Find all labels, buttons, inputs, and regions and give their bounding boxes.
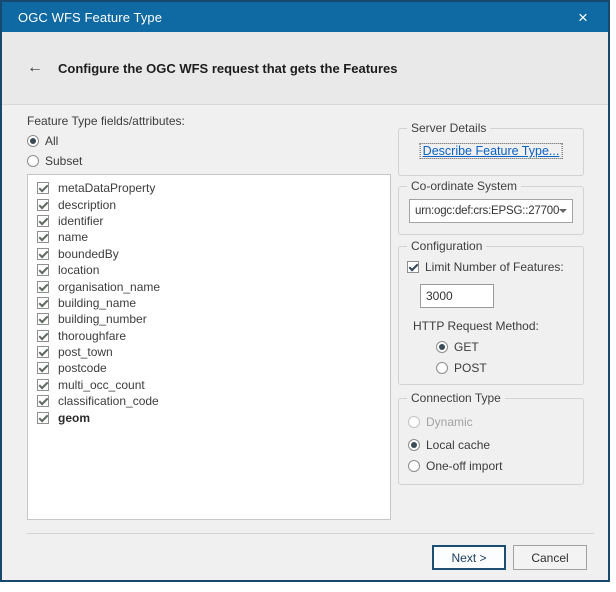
close-icon: ×	[578, 9, 588, 26]
field-checkbox[interactable]	[37, 362, 49, 374]
field-label: description	[58, 198, 116, 212]
describe-feature-type-link[interactable]: Describe Feature Type...	[421, 144, 562, 158]
radio-post-icon[interactable]	[436, 362, 448, 374]
radio-post[interactable]: POST	[436, 361, 487, 375]
radio-local-cache-icon[interactable]	[408, 439, 420, 451]
field-label: thoroughfare	[58, 329, 126, 343]
radio-one-off-import-icon[interactable]	[408, 460, 420, 472]
field-checkbox[interactable]	[37, 182, 49, 194]
limit-features-checkbox[interactable]	[407, 261, 419, 273]
field-label: building_number	[58, 312, 147, 326]
radio-one-off-import[interactable]: One-off import	[408, 459, 502, 473]
radio-post-label: POST	[454, 361, 487, 375]
http-request-method-label: HTTP Request Method:	[413, 319, 539, 333]
field-row[interactable]: building_number	[28, 311, 390, 327]
field-label: organisation_name	[58, 280, 160, 294]
radio-subset-icon[interactable]	[27, 155, 39, 167]
field-row[interactable]: boundedBy	[28, 246, 390, 262]
radio-all[interactable]: All	[27, 134, 58, 148]
field-checkbox[interactable]	[37, 379, 49, 391]
coordinate-system-value: urn:ogc:def:crs:EPSG::27700	[410, 205, 559, 217]
field-checkbox[interactable]	[37, 313, 49, 325]
back-arrow-icon: ←	[27, 59, 43, 76]
field-checkbox[interactable]	[37, 248, 49, 260]
cancel-button[interactable]: Cancel	[513, 545, 587, 570]
coordinate-system-dropdown[interactable]: urn:ogc:def:crs:EPSG::27700	[409, 199, 573, 223]
coordinate-system-group: Co-ordinate System urn:ogc:def:crs:EPSG:…	[398, 186, 584, 235]
field-label: boundedBy	[58, 247, 119, 261]
radio-dynamic-label: Dynamic	[426, 415, 473, 429]
field-label: location	[58, 263, 99, 277]
limit-features-checkbox-row[interactable]: Limit Number of Features:	[407, 260, 564, 274]
field-row[interactable]: identifier	[28, 213, 390, 229]
close-button[interactable]: ×	[570, 4, 596, 30]
chevron-down-icon	[559, 209, 567, 213]
radio-one-off-import-label: One-off import	[426, 459, 502, 473]
page-title: Configure the OGC WFS request that gets …	[58, 61, 397, 76]
wizard-header: ← Configure the OGC WFS request that get…	[2, 32, 608, 105]
field-row[interactable]: organisation_name	[28, 278, 390, 294]
field-label: metaDataProperty	[58, 181, 155, 195]
radio-get[interactable]: GET	[436, 340, 479, 354]
radio-subset-label: Subset	[45, 154, 82, 168]
configuration-title: Configuration	[407, 239, 486, 253]
field-row[interactable]: description	[28, 196, 390, 212]
field-checkbox[interactable]	[37, 231, 49, 243]
field-checkbox[interactable]	[37, 281, 49, 293]
configuration-group: Configuration Limit Number of Features: …	[398, 246, 584, 385]
radio-all-label: All	[45, 134, 58, 148]
ogc-wfs-feature-type-dialog: OGC WFS Feature Type × ← Configure the O…	[0, 0, 610, 582]
field-row[interactable]: location	[28, 262, 390, 278]
field-row[interactable]: geom	[28, 409, 390, 425]
field-checkbox[interactable]	[37, 199, 49, 211]
field-label: identifier	[58, 214, 103, 228]
radio-dynamic[interactable]: Dynamic	[408, 415, 473, 429]
field-label: building_name	[58, 296, 136, 310]
field-label: multi_occ_count	[58, 378, 145, 392]
field-row[interactable]: thoroughfare	[28, 328, 390, 344]
window-title: OGC WFS Feature Type	[18, 10, 162, 25]
field-row[interactable]: classification_code	[28, 393, 390, 409]
field-row[interactable]: post_town	[28, 344, 390, 360]
server-details-title: Server Details	[407, 121, 490, 135]
field-label: postcode	[58, 361, 107, 375]
field-row[interactable]: postcode	[28, 360, 390, 376]
connection-type-title: Connection Type	[407, 391, 505, 405]
server-details-group: Server Details Describe Feature Type...	[398, 128, 584, 176]
field-checkbox[interactable]	[37, 297, 49, 309]
field-label: post_town	[58, 345, 113, 359]
field-label: name	[58, 230, 88, 244]
radio-get-label: GET	[454, 340, 479, 354]
field-list[interactable]: metaDataProperty description identifier …	[27, 174, 391, 520]
field-checkbox[interactable]	[37, 395, 49, 407]
window-titlebar[interactable]: OGC WFS Feature Type ×	[2, 2, 608, 32]
field-label: geom	[58, 411, 90, 425]
field-checkbox[interactable]	[37, 330, 49, 342]
field-row[interactable]: building_name	[28, 295, 390, 311]
radio-local-cache[interactable]: Local cache	[408, 438, 490, 452]
field-row[interactable]: name	[28, 229, 390, 245]
coordinate-system-title: Co-ordinate System	[407, 179, 521, 193]
radio-subset[interactable]: Subset	[27, 154, 82, 168]
limit-features-label: Limit Number of Features:	[425, 260, 564, 274]
field-checkbox[interactable]	[37, 346, 49, 358]
field-checkbox[interactable]	[37, 412, 49, 424]
connection-type-group: Connection Type Dynamic Local cache One-…	[398, 398, 584, 485]
field-checkbox[interactable]	[37, 264, 49, 276]
field-checkbox[interactable]	[37, 215, 49, 227]
field-row[interactable]: metaDataProperty	[28, 180, 390, 196]
next-button[interactable]: Next >	[432, 545, 506, 570]
limit-features-input[interactable]	[420, 284, 494, 308]
footer-separator	[27, 533, 594, 534]
radio-local-cache-label: Local cache	[426, 438, 490, 452]
radio-get-icon[interactable]	[436, 341, 448, 353]
fields-attributes-label: Feature Type fields/attributes:	[27, 114, 185, 128]
field-label: classification_code	[58, 394, 159, 408]
radio-all-icon[interactable]	[27, 135, 39, 147]
radio-dynamic-icon[interactable]	[408, 416, 420, 428]
field-row[interactable]: multi_occ_count	[28, 377, 390, 393]
back-button[interactable]: ←	[25, 59, 45, 77]
